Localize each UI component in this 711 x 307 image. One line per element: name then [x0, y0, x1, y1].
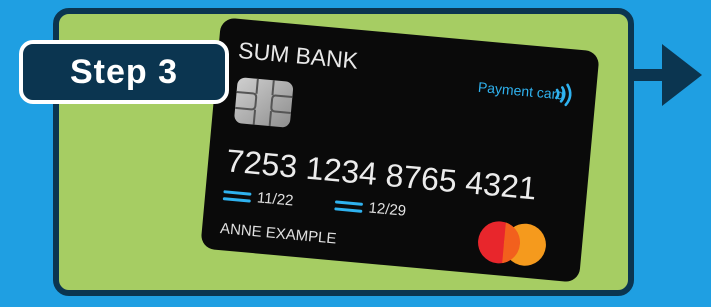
payment-card: SUM BANK Payment card 7253 1234 8765 432…: [200, 17, 600, 283]
valid-from-marker: [223, 190, 252, 196]
expiry-marker-2: [334, 207, 363, 213]
expiry-marker: [334, 200, 364, 206]
chip-icon: [233, 77, 294, 128]
contactless-icon: [555, 83, 572, 107]
step-badge: Step 3: [19, 40, 229, 104]
valid-from-marker-2: [222, 197, 251, 203]
step-label: Step 3: [69, 52, 179, 91]
next-arrow-icon: [662, 44, 702, 106]
expiry-date: 12/29: [367, 199, 407, 220]
cardholder-name: ANNE EXAMPLE: [219, 220, 338, 248]
valid-from-date: 11/22: [256, 189, 295, 210]
card-type-label: Payment card: [477, 78, 565, 103]
bank-name: SUM BANK: [237, 36, 360, 74]
